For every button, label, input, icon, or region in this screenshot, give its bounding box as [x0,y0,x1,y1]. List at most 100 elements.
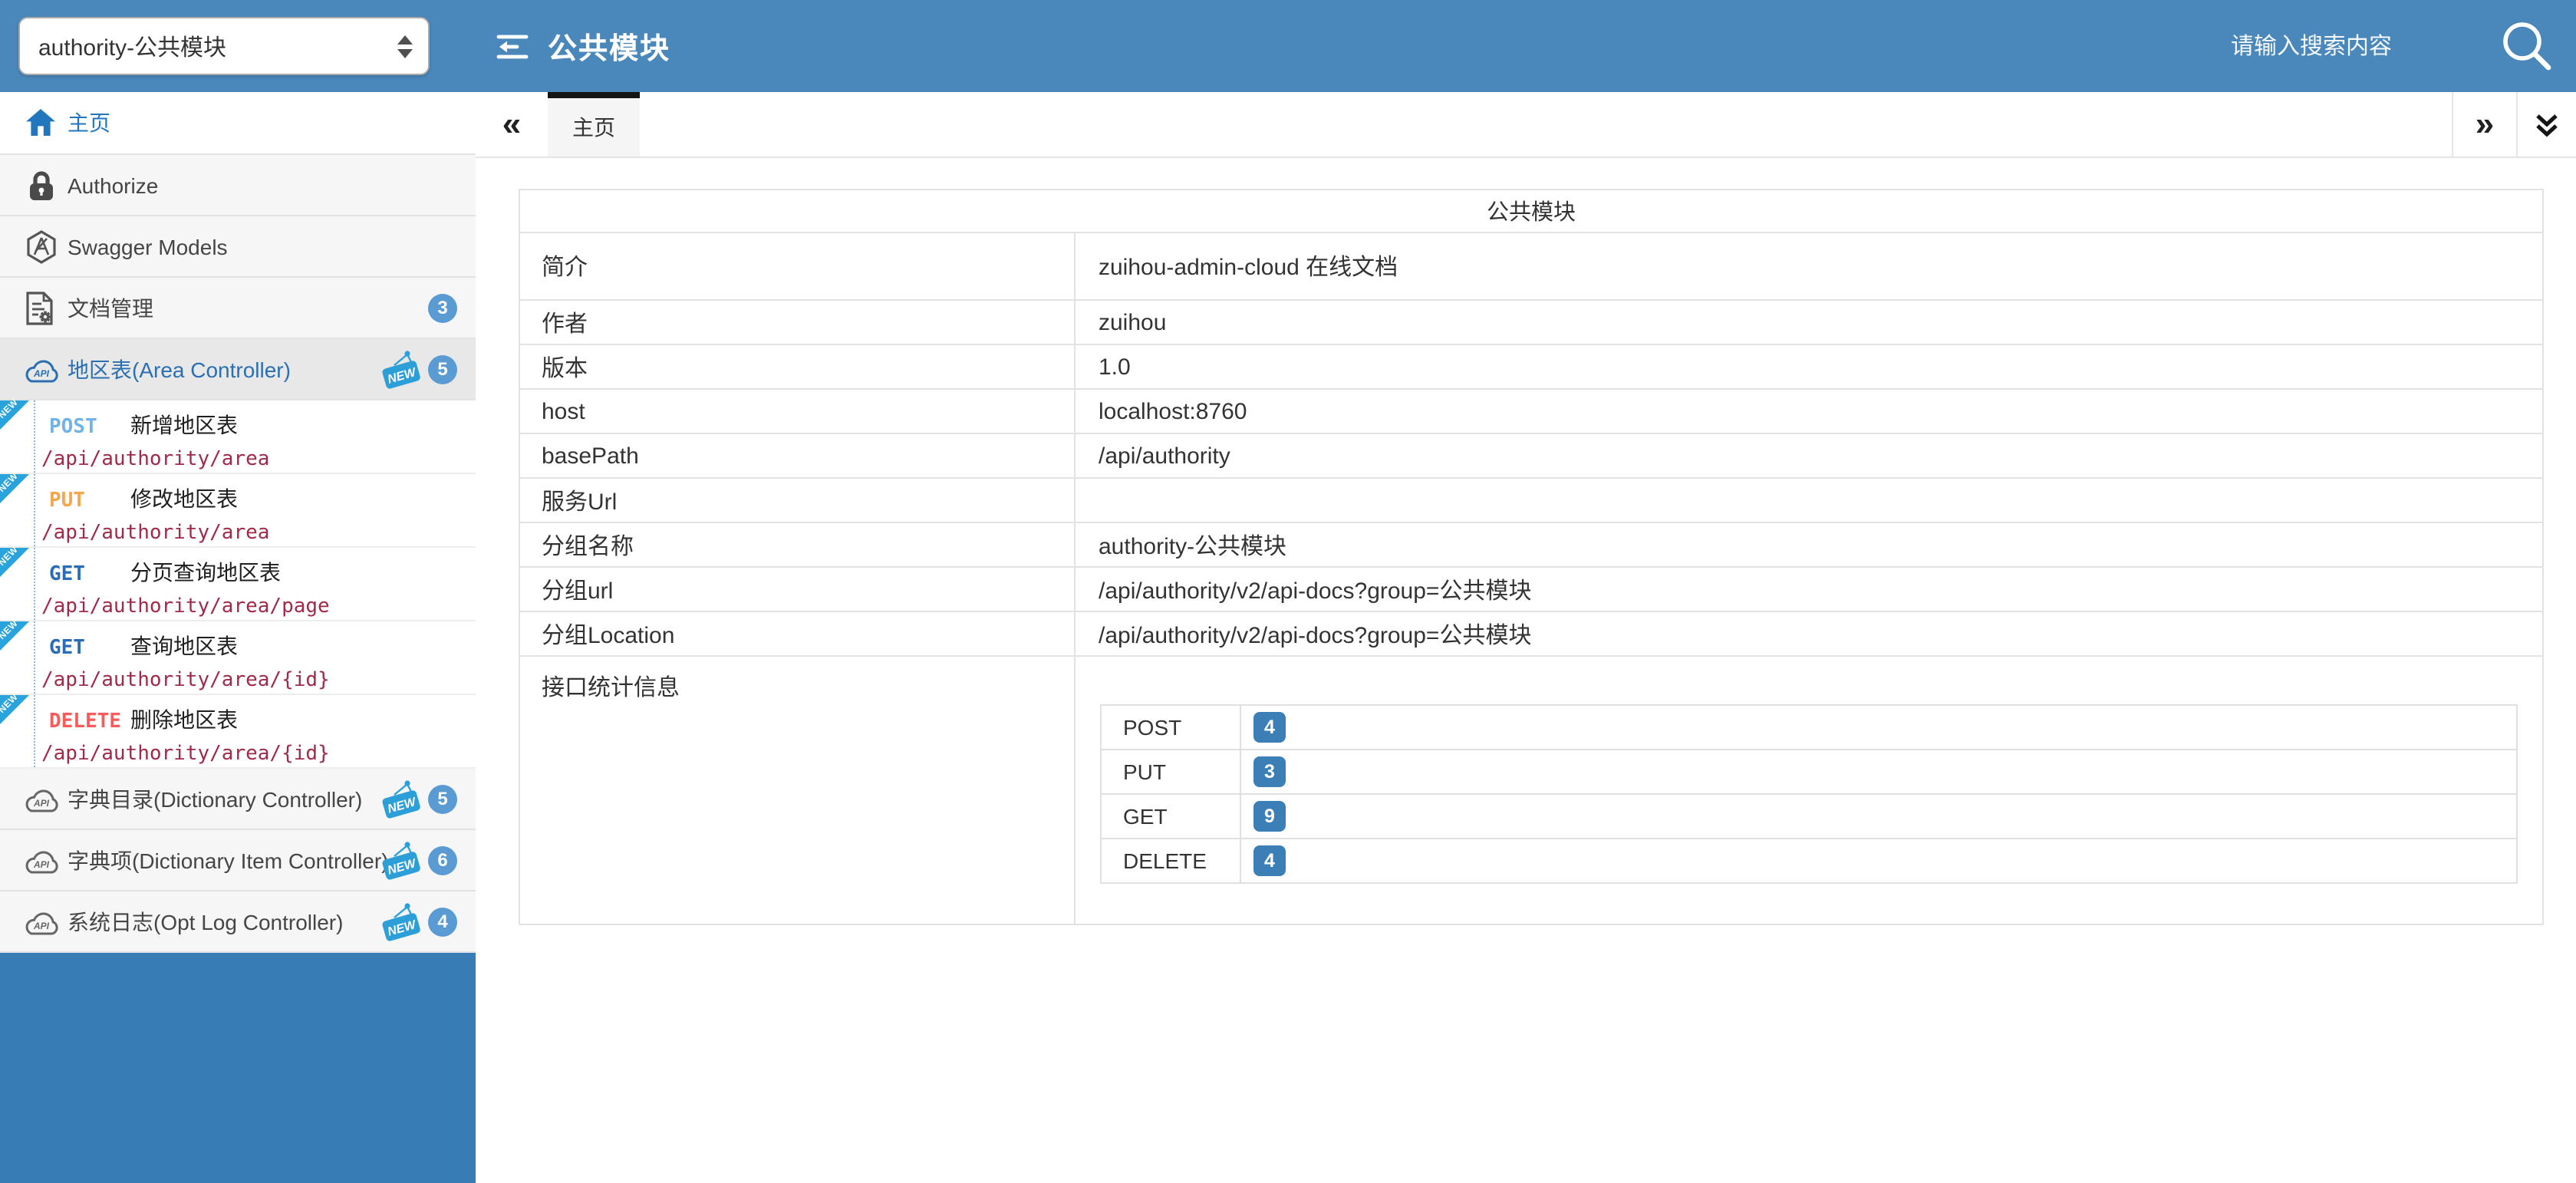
sidebar: 主页 Authorize [0,92,476,1183]
api-operation-get-area-page[interactable]: NEW GET 分页查询地区表 /api/authority/area/page [0,548,476,621]
operation-path: /api/authority/area/{id} [41,669,476,692]
row-value: localhost:8760 [1075,389,2543,433]
controller-label: 字典项(Dictionary Item Controller) [68,845,389,875]
row-label: 分组url [519,567,1075,611]
tab-scroll-left-button[interactable]: « [476,92,548,157]
tab-home[interactable]: 主页 [548,92,640,157]
swagger-bootstrap-ui-app: authority-公共模块 公共模块 [0,0,2576,1183]
sidebar-item-swagger-models[interactable]: Swagger Models [0,216,476,278]
tab-scroll-right-button[interactable]: » [2452,92,2516,157]
new-tag-icon: NEW [380,840,422,880]
method-label: DELETE [49,710,130,733]
sidebar-controller-opt-log[interactable]: API 系统日志(Opt Log Controller) NEW 4 [0,891,476,953]
tab-collapse-button[interactable] [2516,92,2576,157]
sidebar-item-label: 文档管理 [68,292,153,323]
api-operation-put-area[interactable]: NEW PUT 修改地区表 /api/authority/area [0,474,476,548]
sidebar-controller-dictionary[interactable]: API 字典目录(Dictionary Controller) NEW 5 [0,769,476,830]
stat-row: POST 4 [1101,705,2517,750]
stat-row: GET 9 [1101,794,2517,839]
group-select[interactable]: authority-公共模块 [18,17,430,75]
stat-count-badge: 3 [1253,756,1286,787]
operation-path: /api/authority/area [41,448,476,471]
cloud-api-icon: API [20,785,61,812]
row-value: zuihou [1075,300,2543,344]
tree-dotted-line [34,621,35,694]
page-title: 公共模块 [548,25,670,67]
cloud-api-icon: API [20,355,61,383]
sidebar-item-doc-manage[interactable]: 文档管理 3 [0,278,476,339]
sidebar-item-authorize[interactable]: Authorize [0,155,476,216]
table-row: 分组名称 authority-公共模块 [519,522,2543,567]
api-operation-post-area[interactable]: NEW POST 新增地区表 /api/authority/area [0,400,476,474]
row-label: host [519,389,1075,433]
table-row: 作者 zuihou [519,300,2543,344]
stat-count-badge: 9 [1253,801,1286,832]
operation-name: 新增地区表 [130,410,238,440]
search-input[interactable] [2228,31,2449,61]
svg-text:API: API [32,920,49,931]
row-label: 作者 [519,300,1075,344]
stat-method: PUT [1101,750,1240,794]
operation-path: /api/authority/area/page [41,595,476,618]
menu-fold-icon[interactable] [496,31,529,61]
row-label: 分组Location [519,611,1075,656]
row-label: basePath [519,433,1075,478]
svg-text:API: API [32,858,49,869]
new-tag-icon: NEW [380,901,422,941]
svg-text:API: API [32,797,49,808]
sidebar-item-label: Swagger Models [68,234,228,259]
count-badge: 3 [428,293,457,322]
sidebar-item-label: Authorize [68,173,158,197]
home-icon [20,109,61,137]
row-label: 服务Url [519,478,1075,522]
sidebar-controller-area[interactable]: API 地区表(Area Controller) NEW 5 [0,339,476,400]
table-row: 分组Location /api/authority/v2/api-docs?gr… [519,611,2543,656]
count-badge: 5 [428,354,457,384]
api-operation-delete-area-id[interactable]: NEW DELETE 删除地区表 /api/authority/area/{id… [0,695,476,769]
stat-count-badge: 4 [1253,712,1286,743]
method-label: GET [49,637,130,660]
cloud-api-icon: API [20,846,61,874]
controller-label: 系统日志(Opt Log Controller) [68,906,343,937]
new-tag-icon: NEW [380,779,422,819]
group-select-value: authority-公共模块 [38,30,397,62]
method-label: GET [49,563,130,586]
search-icon[interactable] [2501,20,2553,72]
app-header: authority-公共模块 公共模块 [0,0,2576,92]
stat-method: GET [1101,794,1240,839]
stat-row: PUT 3 [1101,750,2517,794]
row-value: /api/authority [1075,433,2543,478]
cloud-api-icon: API [20,908,61,935]
table-row: 版本 1.0 [519,344,2543,389]
sidebar-item-label: 主页 [68,107,110,138]
sidebar-item-home[interactable]: 主页 [0,92,476,155]
sidebar-controller-dictionary-item[interactable]: API 字典项(Dictionary Item Controller) NEW … [0,830,476,891]
stat-row: DELETE 4 [1101,839,2517,883]
new-tag-icon: NEW [380,349,422,389]
models-icon [20,229,61,263]
stats-cell: POST 4 PUT 3 GET [1075,656,2543,924]
row-value: /api/authority/v2/api-docs?group=公共模块 [1075,611,2543,656]
info-table-title: 公共模块 [519,189,2543,232]
row-value [1075,478,2543,522]
stat-count-cell: 3 [1240,750,2517,794]
method-stats-table: POST 4 PUT 3 GET [1100,704,2518,884]
stat-count-cell: 4 [1240,705,2517,750]
table-row: basePath /api/authority [519,433,2543,478]
count-badge: 6 [428,845,457,875]
tree-dotted-line [34,400,35,473]
count-badge: 5 [428,784,457,813]
api-operation-get-area-id[interactable]: NEW GET 查询地区表 /api/authority/area/{id} [0,621,476,695]
row-label: 分组名称 [519,522,1075,567]
row-label: 简介 [519,232,1075,300]
table-row: host localhost:8760 [519,389,2543,433]
row-value: zuihou-admin-cloud 在线文档 [1075,232,2543,300]
doc-gear-icon [20,291,61,325]
stat-count-badge: 4 [1253,845,1286,876]
row-label: 版本 [519,344,1075,389]
row-value: 1.0 [1075,344,2543,389]
stat-method: DELETE [1101,839,1240,883]
stat-count-cell: 4 [1240,839,2517,883]
table-row-stats: 接口统计信息 POST 4 PUT 3 [519,656,2543,924]
table-row: 服务Url [519,478,2543,522]
